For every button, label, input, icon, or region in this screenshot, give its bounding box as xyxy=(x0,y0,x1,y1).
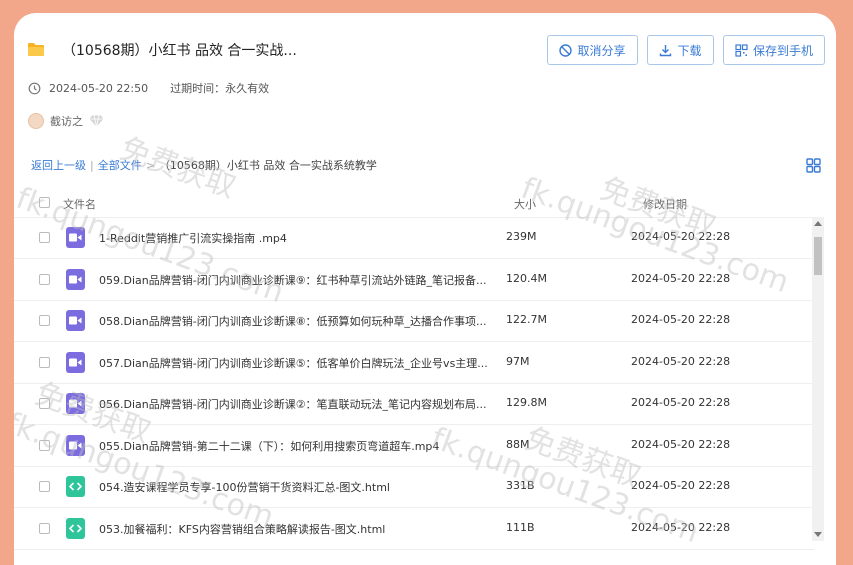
breadcrumb: 返回上一级 | 全部文件 > （10568期）小红书 品效 合一实战系统教学 xyxy=(31,157,377,173)
column-date-header[interactable]: 修改日期 xyxy=(643,196,687,212)
scrollbar[interactable] xyxy=(812,217,824,541)
save-to-phone-label: 保存到手机 xyxy=(752,43,813,58)
file-date: 2024-05-20 22:28 xyxy=(631,479,731,492)
table-row[interactable]: 055.Dian品牌营销-第二十二课（下）：如何利用搜索页弯道超车.mp4 88M… xyxy=(14,425,814,467)
back-link[interactable]: 返回上一级 xyxy=(31,157,86,173)
sharer-info: 截访之 xyxy=(28,113,104,129)
file-name[interactable]: 1-Reddit营销推广引流实操指南 .mp4 xyxy=(99,230,287,246)
file-name[interactable]: 058.Dian品牌营销-闭门内训商业诊断课⑧：低预算如何玩种草_达播合作事项.… xyxy=(99,313,487,329)
expire-time: 过期时间：永久有效 xyxy=(170,82,270,95)
file-date: 2024-05-20 22:28 xyxy=(631,437,731,451)
video-file-icon xyxy=(66,268,85,290)
file-name[interactable]: 054.造安课程学员专享-100份营销干货资料汇总-图文.html xyxy=(99,479,390,495)
select-all-checkbox[interactable] xyxy=(39,197,50,208)
clock-icon xyxy=(28,82,41,94)
file-size: 122.7M xyxy=(506,313,547,326)
file-date: 2024-05-20 22:28 xyxy=(631,354,731,368)
row-checkbox[interactable] xyxy=(39,315,50,326)
breadcrumb-separator: | xyxy=(90,158,94,172)
row-checkbox[interactable] xyxy=(39,481,50,492)
table-row[interactable]: 054.造安课程学员专享-100份营销干货资料汇总-图文.html 331B 202… xyxy=(14,466,814,508)
cancel-share-button[interactable]: 取消分享 xyxy=(547,35,638,65)
table-row[interactable]: 057.Dian品牌营销-闭门内训商业诊断课⑤：低客单价白牌玩法_企业号vs主理… xyxy=(14,342,814,384)
diamond-icon xyxy=(89,115,104,127)
folder-icon xyxy=(28,43,44,56)
file-size: 88M xyxy=(506,437,530,451)
table-row[interactable]: 056.Dian品牌营销-闭门内训商业诊断课②：笔直联动玩法_笔记内容规划布局.… xyxy=(14,383,814,425)
sharer-name: 截访之 xyxy=(50,115,83,128)
table-header: 文件名 大小 修改日期 xyxy=(14,189,814,218)
video-file-icon xyxy=(66,393,85,414)
file-size: 111B xyxy=(506,520,535,534)
save-to-phone-button[interactable]: 保存到手机 xyxy=(723,35,825,65)
html-file-icon xyxy=(66,476,85,497)
scroll-thumb[interactable] xyxy=(814,237,822,275)
table-row[interactable]: 058.Dian品牌营销-闭门内训商业诊断课⑧：低预算如何玩种草_达播合作事项.… xyxy=(14,300,814,342)
column-name-header[interactable]: 文件名 xyxy=(63,196,96,212)
table-row[interactable]: 053.加餐福利：KFS内容营销组合策略解读报告-图文.html 111B 2024… xyxy=(14,508,814,550)
file-name[interactable]: 059.Dian品牌营销-闭门内训商业诊断课⑨：红书种草引流站外链路_笔记报备.… xyxy=(99,272,487,288)
row-checkbox[interactable] xyxy=(39,398,50,409)
table-row[interactable]: 059.Dian品牌营销-闭门内训商业诊断课⑨：红书种草引流站外链路_笔记报备.… xyxy=(14,259,814,301)
forbid-icon xyxy=(559,43,573,57)
qr-phone-icon xyxy=(735,43,748,57)
html-file-icon xyxy=(66,517,85,539)
file-list: 1-Reddit营销推广引流实操指南 .mp4 239M 2024-05-20 22… xyxy=(14,217,814,565)
row-checkbox[interactable] xyxy=(39,356,50,368)
share-meta: 2024-05-20 22:50 过期时间：永久有效 xyxy=(28,80,269,96)
grid-view-icon[interactable] xyxy=(806,158,821,173)
download-icon xyxy=(660,44,672,56)
row-checkbox[interactable] xyxy=(39,439,50,451)
avatar xyxy=(28,113,44,129)
video-file-icon xyxy=(66,351,85,373)
cancel-share-label: 取消分享 xyxy=(577,43,626,58)
file-size: 239M xyxy=(506,230,537,243)
table-row[interactable]: 1-Reddit营销推广引流实操指南 .mp4 239M 2024-05-20 22… xyxy=(14,217,814,259)
file-date: 2024-05-20 22:28 xyxy=(631,520,731,534)
file-name[interactable]: 056.Dian品牌营销-闭门内训商业诊断课②：笔直联动玩法_笔记内容规划布局.… xyxy=(99,396,487,412)
file-name[interactable]: 055.Dian品牌营销-第二十二课（下）：如何利用搜索页弯道超车.mp4 xyxy=(99,438,439,454)
file-size: 120.4M xyxy=(506,271,547,285)
row-checkbox[interactable] xyxy=(39,273,50,285)
breadcrumb-current: （10568期）小红书 品效 合一实战系统教学 xyxy=(158,159,377,172)
column-size-header[interactable]: 大小 xyxy=(514,196,536,212)
file-size: 129.8M xyxy=(506,396,547,409)
file-date: 2024-05-20 22:28 xyxy=(631,230,731,243)
video-file-icon xyxy=(66,227,85,248)
scroll-down-arrow-icon[interactable] xyxy=(814,532,822,537)
breadcrumb-arrow: > xyxy=(145,158,155,172)
share-title: （10568期）小红书 品效 合一实战... xyxy=(62,43,297,59)
file-size: 97M xyxy=(506,354,530,368)
video-file-icon xyxy=(66,434,85,456)
file-date: 2024-05-20 22:28 xyxy=(631,396,731,409)
share-card: （10568期）小红书 品效 合一实战... 取消分享 下载 保存到手机 202… xyxy=(14,13,836,565)
created-time: 2024-05-20 22:50 xyxy=(49,81,149,95)
file-name[interactable]: 053.加餐福利：KFS内容营销组合策略解读报告-图文.html xyxy=(99,521,385,537)
scroll-up-arrow-icon[interactable] xyxy=(814,221,822,226)
video-file-icon xyxy=(66,310,85,331)
file-date: 2024-05-20 22:28 xyxy=(631,271,731,285)
file-date: 2024-05-20 22:28 xyxy=(631,313,731,326)
all-files-link[interactable]: 全部文件 xyxy=(98,157,142,173)
row-checkbox[interactable] xyxy=(39,522,50,534)
download-label: 下载 xyxy=(677,43,702,58)
file-name[interactable]: 057.Dian品牌营销-闭门内训商业诊断课⑤：低客单价白牌玩法_企业号vs主理… xyxy=(99,355,488,371)
file-size: 331B xyxy=(506,479,535,492)
download-button[interactable]: 下载 xyxy=(647,35,714,65)
row-checkbox[interactable] xyxy=(39,232,50,243)
